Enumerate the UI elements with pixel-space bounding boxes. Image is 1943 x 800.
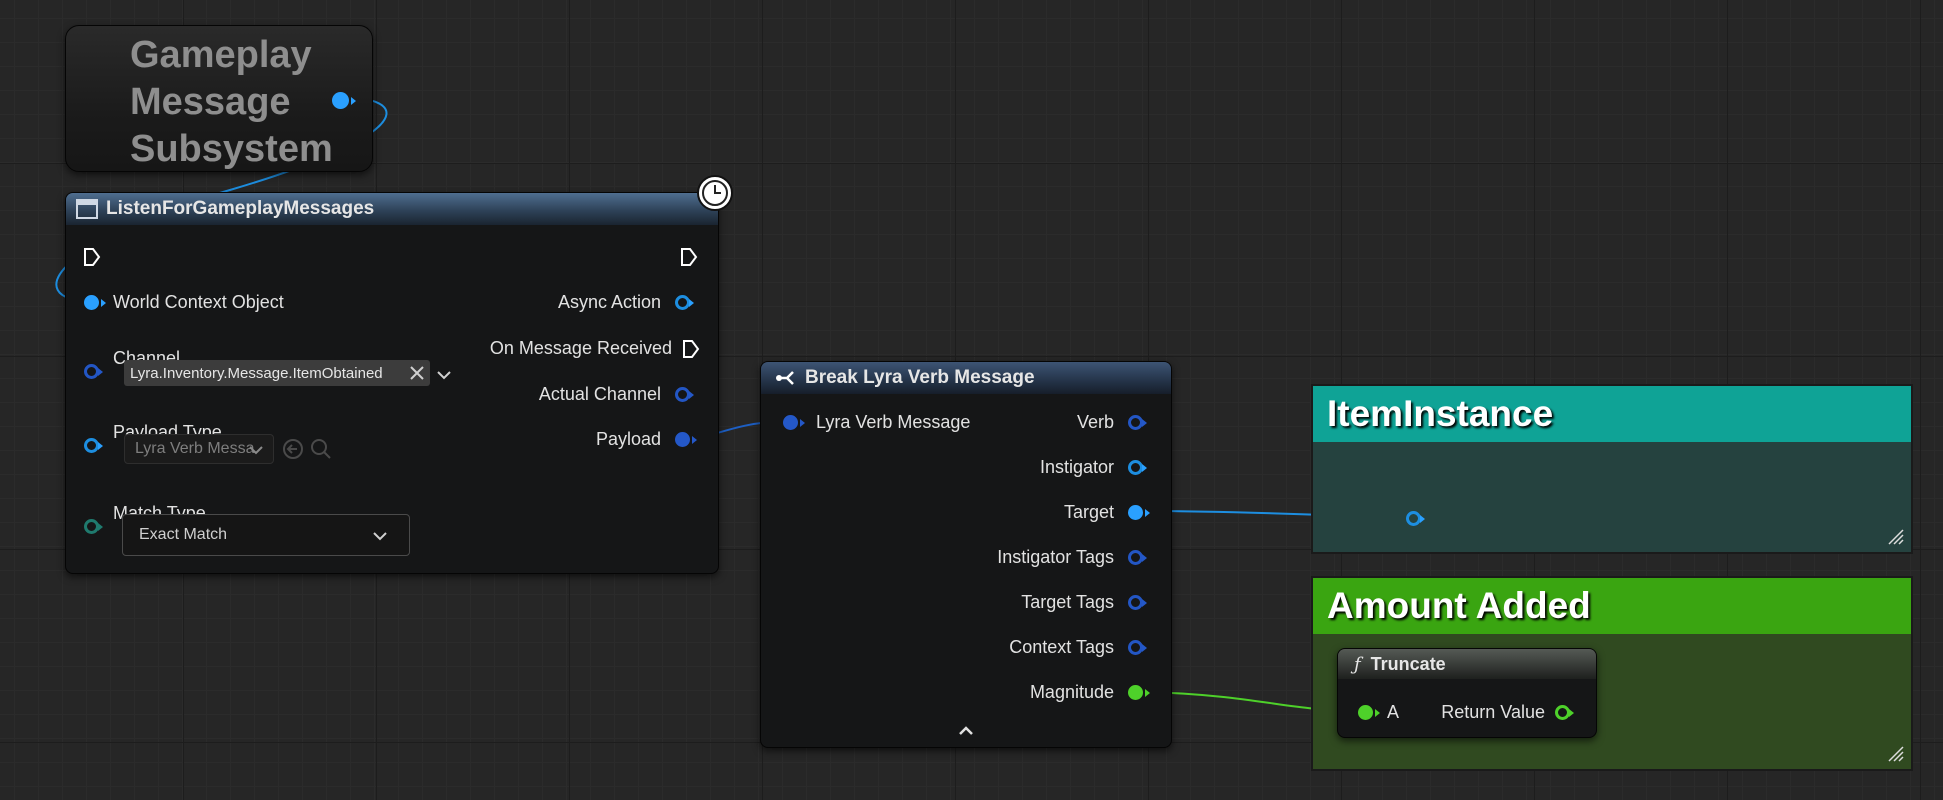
match-type-value: Exact Match bbox=[139, 526, 228, 543]
instigator-label: Instigator bbox=[1039, 457, 1114, 477]
magnitude-label: Magnitude bbox=[1029, 682, 1114, 702]
truncate-node-header[interactable]: ƒ Truncate bbox=[1338, 649, 1596, 679]
target-label: Target bbox=[1063, 502, 1114, 522]
gameplay-message-subsystem-node[interactable]: Gameplay Message Subsystem bbox=[65, 25, 373, 172]
on-message-received-row[interactable]: On Message Received bbox=[490, 338, 700, 359]
truncate-input-pin[interactable] bbox=[1358, 705, 1380, 720]
truncate-input-label: A bbox=[1387, 702, 1400, 722]
amount-added-title: Amount Added bbox=[1327, 585, 1591, 626]
collapse-chevron-icon[interactable] bbox=[958, 726, 974, 736]
subsystem-node-title: Gameplay Message Subsystem bbox=[130, 34, 333, 170]
clear-x-icon[interactable] bbox=[410, 366, 424, 380]
chevron-down-icon bbox=[373, 532, 387, 541]
resize-grip-icon[interactable] bbox=[1887, 528, 1905, 546]
chevron-down-icon bbox=[249, 446, 263, 455]
channel-tag-value: Lyra.Inventory.Message.ItemObtained bbox=[130, 364, 383, 382]
truncate-output-row[interactable]: Return Value bbox=[1441, 702, 1574, 723]
subsystem-output-pin[interactable] bbox=[332, 92, 356, 109]
break-lyra-verb-message-node[interactable]: Break Lyra Verb Message Lyra Verb Messag… bbox=[760, 361, 1172, 748]
target-pin[interactable] bbox=[1128, 505, 1150, 520]
exec-out-pin[interactable] bbox=[680, 247, 698, 267]
context-tags-label: Context Tags bbox=[1009, 637, 1114, 657]
target-row[interactable]: Target bbox=[1063, 502, 1150, 523]
instigator-tags-pin[interactable] bbox=[1128, 550, 1147, 565]
instigator-tags-label: Instigator Tags bbox=[997, 547, 1114, 567]
instigator-pin[interactable] bbox=[1128, 460, 1147, 475]
payload-label: Payload bbox=[595, 429, 661, 449]
listen-for-gameplay-messages-node[interactable]: ListenForGameplayMessages World Context … bbox=[65, 192, 719, 574]
break-icon bbox=[776, 371, 794, 385]
node-window-icon bbox=[76, 199, 98, 219]
truncate-node[interactable]: ƒ Truncate A Return Value bbox=[1337, 648, 1597, 738]
break-node-title: Break Lyra Verb Message bbox=[805, 367, 1035, 388]
amount-added-comment-header[interactable]: Amount Added bbox=[1313, 578, 1911, 634]
instigator-tags-row[interactable]: Instigator Tags bbox=[997, 547, 1147, 568]
world-context-pin[interactable] bbox=[84, 295, 106, 310]
world-context-row[interactable]: World Context Object bbox=[84, 292, 284, 313]
chevron-down-icon[interactable] bbox=[437, 370, 451, 380]
item-instance-comment[interactable]: ItemInstance bbox=[1311, 384, 1913, 554]
target-tags-pin[interactable] bbox=[1128, 595, 1147, 610]
context-tags-pin[interactable] bbox=[1128, 640, 1147, 655]
resize-grip-icon[interactable] bbox=[1887, 745, 1905, 763]
actual-channel-row[interactable]: Actual Channel bbox=[538, 384, 694, 405]
verb-message-input-label: Lyra Verb Message bbox=[816, 412, 971, 432]
payload-pin[interactable] bbox=[675, 432, 697, 447]
verb-row[interactable]: Verb bbox=[1076, 412, 1147, 433]
magnitude-pin[interactable] bbox=[1128, 685, 1150, 700]
item-instance-reroute-pin[interactable] bbox=[1406, 511, 1425, 526]
magnitude-row[interactable]: Magnitude bbox=[1029, 682, 1150, 703]
verb-pin[interactable] bbox=[1128, 415, 1147, 430]
function-icon: ƒ bbox=[1354, 653, 1361, 675]
async-action-pin[interactable] bbox=[675, 295, 694, 310]
back-arrow-icon[interactable] bbox=[282, 438, 304, 460]
payload-type-value: Lyra Verb Messa bbox=[135, 440, 255, 457]
payload-type-pin[interactable] bbox=[84, 438, 103, 453]
instigator-row[interactable]: Instigator bbox=[1039, 457, 1147, 478]
on-message-received-label: On Message Received bbox=[489, 338, 672, 358]
context-tags-row[interactable]: Context Tags bbox=[1009, 637, 1147, 658]
truncate-output-pin[interactable] bbox=[1555, 705, 1574, 720]
verb-label: Verb bbox=[1076, 412, 1114, 432]
item-instance-comment-header[interactable]: ItemInstance bbox=[1313, 386, 1911, 442]
channel-pin[interactable] bbox=[84, 364, 103, 379]
item-instance-title: ItemInstance bbox=[1327, 393, 1554, 434]
target-tags-row[interactable]: Target Tags bbox=[1021, 592, 1147, 613]
clock-icon bbox=[702, 180, 728, 206]
actual-channel-pin[interactable] bbox=[675, 387, 694, 402]
async-action-row[interactable]: Async Action bbox=[557, 292, 694, 313]
truncate-node-title: Truncate bbox=[1370, 653, 1446, 674]
search-icon[interactable] bbox=[310, 438, 332, 460]
world-context-label: World Context Object bbox=[113, 292, 284, 312]
match-type-dropdown[interactable]: Exact Match bbox=[122, 514, 410, 556]
channel-tag-chip[interactable]: Lyra.Inventory.Message.ItemObtained bbox=[124, 360, 430, 386]
latent-clock-badge bbox=[697, 175, 733, 211]
listen-node-title: ListenForGameplayMessages bbox=[106, 198, 375, 219]
async-action-label: Async Action bbox=[557, 292, 661, 312]
actual-channel-label: Actual Channel bbox=[538, 384, 661, 404]
payload-type-dropdown[interactable]: Lyra Verb Messa bbox=[124, 434, 274, 464]
break-node-header[interactable]: Break Lyra Verb Message bbox=[761, 362, 1171, 394]
truncate-output-label: Return Value bbox=[1441, 702, 1545, 722]
target-tags-label: Target Tags bbox=[1021, 592, 1114, 612]
verb-message-input-row[interactable]: Lyra Verb Message bbox=[783, 412, 970, 433]
listen-node-header[interactable]: ListenForGameplayMessages bbox=[66, 193, 718, 225]
exec-in-pin[interactable] bbox=[83, 247, 101, 267]
match-type-pin[interactable] bbox=[84, 519, 103, 534]
payload-row[interactable]: Payload bbox=[595, 429, 697, 450]
verb-message-input-pin[interactable] bbox=[783, 415, 805, 430]
truncate-input-row[interactable]: A bbox=[1358, 702, 1399, 723]
on-message-received-exec-pin[interactable] bbox=[682, 339, 700, 359]
